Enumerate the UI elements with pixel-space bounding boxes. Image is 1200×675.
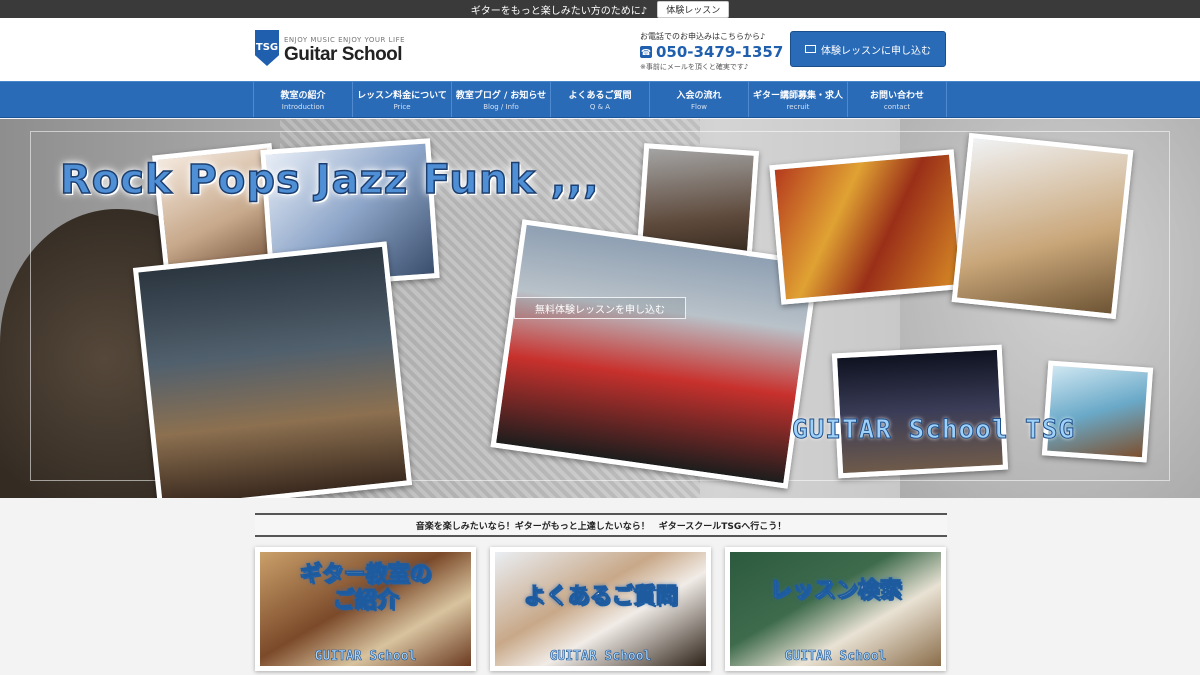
hero-title: Rock Pops Jazz Funk ,,, [59, 156, 600, 204]
nav-sublabel: Price [393, 103, 411, 111]
nav-label: レッスン料金について [357, 91, 447, 101]
phone-icon: ☎ [640, 46, 652, 58]
card-title-line: ギター教室の [299, 562, 432, 588]
nav-sublabel: Introduction [281, 103, 325, 111]
mail-icon [805, 45, 816, 53]
card-title-line: よくあるご質問 [523, 584, 678, 610]
apply-trial-label: 体験レッスンに申し込む [821, 45, 931, 57]
hero-trial-button[interactable]: 無料体験レッスンを申し込む [514, 297, 686, 319]
main-nav: 教室の紹介 Introduction レッスン料金について Price 教室ブロ… [0, 81, 1200, 118]
card-title: レッスン検索 [730, 578, 941, 604]
hero-photo-acoustic-teacher [951, 132, 1134, 320]
top-announcement-bar: ギターをもっと楽しみたい方のために♪ 体験レッスン [0, 0, 1200, 18]
card-title-line: レッスン検索 [769, 578, 902, 604]
shield-logo-icon: TSG [255, 30, 279, 66]
hero-photo-acoustic-man [132, 241, 413, 498]
nav-item-contact[interactable]: お問い合わせ contact [847, 82, 947, 117]
card-introduction[interactable]: ギター教室の ご紹介 GUITAR School [255, 547, 476, 671]
feature-cards: ギター教室の ご紹介 GUITAR School よくあるご質問 GUITAR … [255, 547, 947, 671]
card-brand: GUITAR School [314, 649, 417, 665]
announcement-text: ギターをもっと楽しみたい方のために♪ [470, 5, 648, 17]
nav-item-recruit[interactable]: ギター講師募集・求人 recruit [748, 82, 847, 117]
hero-photo-guitarist-woman [490, 219, 820, 489]
phone-contact: お電話でのお申込みはこちらから♪ ☎ 050-3479-1357 ※事前にメール… [640, 31, 783, 72]
card-title: よくあるご質問 [495, 584, 706, 610]
card-title: ギター教室の ご紹介 [260, 562, 471, 614]
card-brand: GUITAR School [549, 649, 652, 665]
nav-item-flow[interactable]: 入会の流れ Flow [649, 82, 748, 117]
card-image: よくあるご質問 GUITAR School [495, 552, 706, 666]
nav-label: 教室ブログ / お知らせ [455, 91, 547, 101]
logo-tagline: ENJOY MUSIC ENJOY YOUR LIFE [284, 36, 406, 44]
card-title-line: ご紹介 [332, 588, 399, 614]
nav-sublabel: Q & A [589, 103, 611, 111]
card-brand: GUITAR School [784, 649, 887, 665]
nav-item-price[interactable]: レッスン料金について Price [352, 82, 451, 117]
nav-item-faq[interactable]: よくあるご質問 Q & A [550, 82, 649, 117]
nav-sublabel: contact [883, 103, 911, 111]
apply-trial-button[interactable]: 体験レッスンに申し込む [790, 31, 946, 67]
card-image: ギター教室の ご紹介 GUITAR School [260, 552, 471, 666]
hero-photo-guitars-rack [769, 149, 966, 305]
nav-label: 入会の流れ [676, 91, 722, 101]
card-lesson-search[interactable]: レッスン検索 GUITAR School [725, 547, 946, 671]
site-header: TSG ENJOY MUSIC ENJOY YOUR LIFE Guitar S… [0, 18, 1200, 81]
nav-label: お問い合わせ [869, 91, 924, 101]
nav-label: 教室の紹介 [280, 91, 326, 101]
nav-item-blog[interactable]: 教室ブログ / お知らせ Blog / Info [451, 82, 550, 117]
tagline-text: 音楽を楽しみたいなら！ギターがもっと上達したいなら！ ギタースクールTSGへ行こ… [415, 521, 787, 532]
logo-mark: TSG [255, 42, 279, 53]
card-image: レッスン検索 GUITAR School [730, 552, 941, 666]
tagline-bar: 音楽を楽しみたいなら！ギターがもっと上達したいなら！ ギタースクールTSGへ行こ… [255, 513, 947, 537]
nav-sublabel: recruit [786, 103, 810, 111]
trial-lesson-link[interactable]: 体験レッスン [657, 0, 730, 18]
card-faq[interactable]: よくあるご質問 GUITAR School [490, 547, 711, 671]
main-content: 音楽を楽しみたいなら！ギターがもっと上達したいなら！ ギタースクールTSGへ行こ… [255, 513, 947, 671]
phone-number: 050-3479-1357 [656, 43, 784, 61]
contact-note: ※事前にメールを頂くと確実です♪ [640, 63, 749, 71]
hero-photo-live-stage [831, 344, 1009, 479]
nav-item-introduction[interactable]: 教室の紹介 Introduction [253, 82, 352, 117]
nav-label: よくあるご質問 [568, 91, 632, 101]
phone-number-link[interactable]: ☎ 050-3479-1357 [640, 43, 783, 61]
hero-photo-illustration [1041, 360, 1154, 463]
contact-lead: お電話でのお申込みはこちらから♪ [640, 32, 766, 41]
nav-sublabel: Flow [691, 103, 707, 111]
nav-label: ギター講師募集・求人 [752, 91, 843, 101]
hero-banner: Rock Pops Jazz Funk ,,, 無料体験レッスンを申し込む GU… [0, 119, 1200, 498]
hero-brand-badge: GUITAR School TSG [791, 415, 1076, 446]
logo-name: Guitar School [284, 44, 403, 65]
site-logo[interactable]: TSG ENJOY MUSIC ENJOY YOUR LIFE Guitar S… [255, 30, 405, 66]
nav-sublabel: Blog / Info [483, 103, 519, 111]
